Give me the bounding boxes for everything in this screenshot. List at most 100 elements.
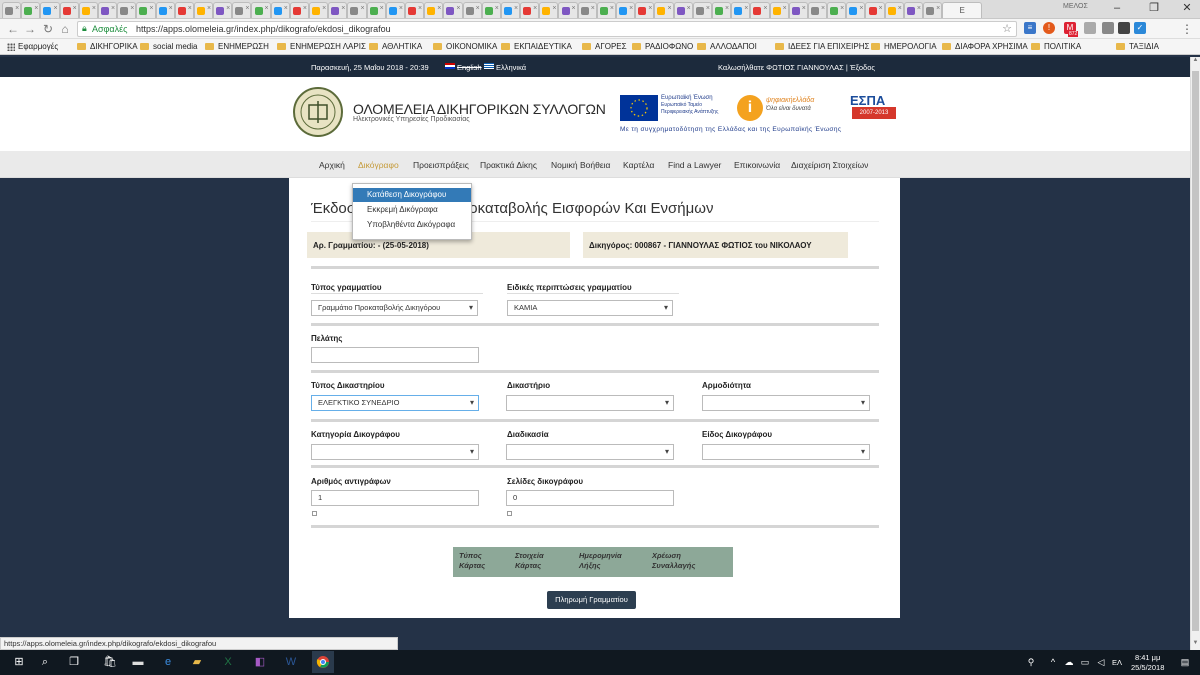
url-text[interactable]: https://apps.olomeleia.gr/index.php/diko… — [136, 24, 391, 34]
extension-alert-icon[interactable]: ! — [1043, 22, 1055, 34]
nav-contact[interactable]: Επικοινωνία — [734, 160, 780, 170]
browser-tab[interactable]: × — [59, 2, 79, 18]
browser-tab[interactable]: × — [117, 2, 137, 18]
bookmark-folder[interactable]: ΔΙΚΗΓΟΡΙΚΑ — [77, 42, 138, 51]
nav-kartela[interactable]: Καρτέλα — [623, 160, 654, 170]
app-purple-icon[interactable]: ◧ — [253, 655, 267, 669]
extension-lines-icon[interactable]: ≡ — [1024, 22, 1036, 34]
tab-close-icon[interactable]: × — [725, 5, 729, 12]
court-select[interactable] — [506, 395, 674, 411]
tab-close-icon[interactable]: × — [629, 5, 633, 12]
bookmark-folder[interactable]: ΔΙΑΦΟΡΑ ΧΡΗΣΙΜΑ — [942, 42, 1028, 51]
excel-icon[interactable]: X — [221, 655, 235, 669]
tab-close-icon[interactable]: × — [265, 5, 269, 12]
bookmark-folder[interactable]: ΑΘΛΗΤΙΚΑ — [369, 42, 422, 51]
tab-close-icon[interactable]: × — [341, 5, 345, 12]
extension-dark-icon[interactable] — [1118, 22, 1130, 34]
browser-tab[interactable]: × — [788, 2, 808, 18]
browser-tab[interactable]: × — [404, 2, 425, 18]
menu-kebab-icon[interactable]: ⋮ — [1180, 22, 1194, 36]
procedure-select[interactable] — [506, 444, 674, 460]
tab-close-icon[interactable]: × — [437, 5, 441, 12]
browser-tab[interactable]: × — [769, 2, 789, 18]
tab-close-icon[interactable]: × — [514, 5, 518, 12]
tab-close-icon[interactable]: × — [917, 5, 921, 12]
browser-tab[interactable]: × — [731, 2, 751, 18]
bookmark-folder[interactable]: ΡΑΔΙΟΦΩΝΟ — [632, 42, 693, 51]
reload-icon[interactable]: ↻ — [41, 22, 55, 36]
nav-dikografo[interactable]: Δικόγραφο — [358, 160, 399, 170]
special-cases-select[interactable]: ΚΑΜΙΑ — [507, 300, 673, 316]
browser-tab[interactable]: × — [807, 2, 828, 18]
nav-find-lawyer[interactable]: Find a Lawyer — [668, 160, 721, 170]
tab-close-icon[interactable]: × — [667, 5, 671, 12]
extension-check-icon[interactable]: ✓ — [1134, 22, 1146, 34]
notifications-icon[interactable]: ▤ — [1178, 655, 1192, 669]
people-icon[interactable]: ⚲ — [1024, 655, 1038, 669]
store-icon[interactable]: 🛍︎ — [103, 655, 117, 669]
input-language[interactable]: ΕΛ — [1112, 658, 1122, 667]
tab-close-icon[interactable]: × — [73, 5, 77, 12]
browser-tab[interactable]: × — [289, 2, 309, 18]
browser-tab[interactable]: × — [366, 2, 386, 18]
chevron-up-icon[interactable]: ^ — [1046, 655, 1060, 669]
nav-proeispraxeis[interactable]: Προεισπράξεις — [413, 160, 469, 170]
tab-close-icon[interactable]: × — [821, 5, 825, 12]
browser-tab[interactable]: × — [97, 2, 118, 18]
tab-close-icon[interactable]: × — [610, 5, 614, 12]
olomeleia-logo-icon[interactable] — [292, 86, 344, 138]
edge-icon[interactable]: e — [161, 655, 175, 669]
forward-icon[interactable]: → — [23, 22, 37, 36]
browser-tab[interactable]: × — [136, 2, 156, 18]
browser-tab[interactable]: × — [270, 2, 290, 18]
browser-tab[interactable]: × — [174, 2, 194, 18]
browser-tab[interactable]: × — [923, 2, 943, 18]
jurisdiction-select[interactable] — [702, 395, 870, 411]
client-input[interactable] — [311, 347, 479, 363]
dropdown-submit-doc[interactable]: Κατάθεση Δικογράφου — [353, 188, 471, 202]
minimize-icon[interactable]: – — [1106, 0, 1128, 18]
browser-tab[interactable]: × — [903, 2, 923, 18]
copies-input[interactable]: 1 — [311, 490, 479, 506]
nav-legal-aid[interactable]: Νομική Βοήθεια — [551, 160, 610, 170]
copies-checkbox[interactable] — [312, 511, 317, 516]
search-icon[interactable]: ⌕ — [38, 655, 52, 669]
extension-grey-icon[interactable] — [1084, 22, 1096, 34]
welcome-logout[interactable]: Καλωσήλθατε ΦΩΤΙΟΣ ΓΙΑΝΝΟΥΛΑΣ | Έξοδος — [718, 63, 875, 72]
dropdown-submitted-docs[interactable]: Υποβληθέντα Δικόγραφα — [353, 218, 471, 232]
extension-box-icon[interactable] — [1102, 22, 1114, 34]
browser-tab[interactable]: × — [520, 2, 540, 18]
nav-home[interactable]: Αρχική — [319, 160, 345, 170]
browser-tab[interactable]: × — [596, 2, 616, 18]
maximize-icon[interactable]: ❐ — [1143, 0, 1165, 18]
tab-close-icon[interactable]: × — [169, 5, 173, 12]
browser-tab[interactable]: × — [577, 2, 597, 18]
tab-close-icon[interactable]: × — [495, 5, 499, 12]
browser-tab[interactable]: × — [385, 2, 405, 18]
dropdown-pending-docs[interactable]: Εκκρεμή Δικόγραφα — [353, 203, 471, 217]
network-icon[interactable]: ▭ — [1078, 655, 1092, 669]
tab-close-icon[interactable]: × — [648, 5, 652, 12]
browser-tab[interactable]: × — [750, 2, 770, 18]
tab-close-icon[interactable]: × — [572, 5, 576, 12]
tab-close-icon[interactable]: × — [840, 5, 844, 12]
browser-tab[interactable]: × — [692, 2, 712, 18]
lang-greek-link[interactable]: Ελληνικά — [496, 63, 526, 72]
tab-close-icon[interactable]: × — [149, 5, 153, 12]
tab-close-icon[interactable]: × — [188, 5, 192, 12]
category-select[interactable] — [311, 444, 479, 460]
bookmark-folder[interactable]: ΟΙΚΟΝΟΜΙΚΑ — [433, 42, 497, 51]
tab-close-icon[interactable]: × — [687, 5, 691, 12]
browser-tab[interactable]: × — [635, 2, 655, 18]
bookmark-folder[interactable]: ΗΜΕΡΟΛΟΓΙΑ — [871, 42, 937, 51]
page-scrollbar[interactable]: ▲ ▼ — [1190, 57, 1200, 650]
tab-close-icon[interactable]: × — [399, 5, 403, 12]
tab-close-icon[interactable]: × — [130, 5, 134, 12]
home-icon[interactable]: ⌂ — [58, 22, 72, 36]
tab-close-icon[interactable]: × — [245, 5, 249, 12]
browser-tab[interactable]: × — [673, 2, 693, 18]
lang-english-link[interactable]: English — [457, 63, 482, 72]
browser-tab[interactable]: × — [481, 2, 501, 18]
browser-tab[interactable]: × — [846, 2, 866, 18]
tab-close-icon[interactable]: × — [92, 5, 96, 12]
